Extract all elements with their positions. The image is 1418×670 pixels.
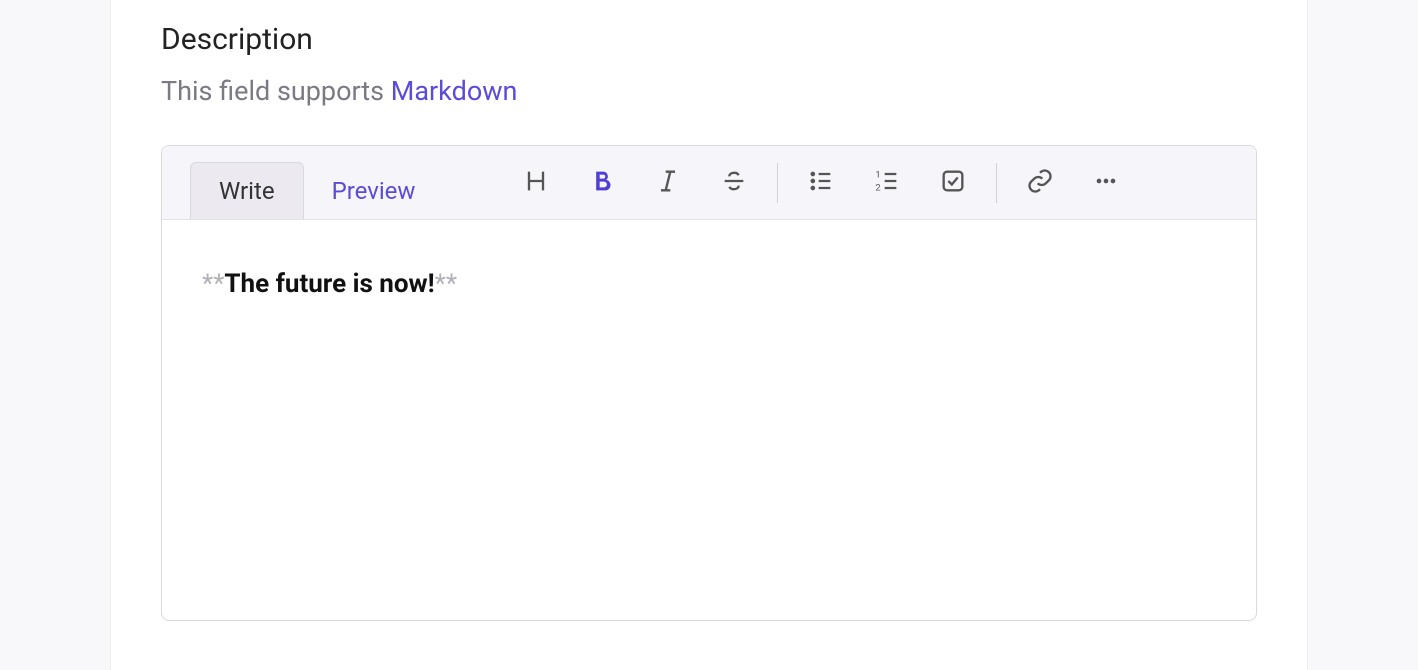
help-prefix: This field supports <box>161 75 391 107</box>
editor-textarea[interactable]: **The future is now!** <box>162 220 1256 620</box>
heading-icon <box>522 167 550 199</box>
italic-icon <box>654 167 682 199</box>
heading-button[interactable] <box>503 146 569 220</box>
checklist-icon <box>939 167 967 199</box>
editor-text: The future is now! <box>224 269 434 299</box>
bullet-list-button[interactable] <box>788 146 854 220</box>
link-icon <box>1026 167 1054 199</box>
help-text: This field supports Markdown <box>161 75 1257 107</box>
editor-toolbar: Write Preview <box>162 146 1256 220</box>
bullet-list-icon <box>807 167 835 199</box>
bold-icon <box>588 167 616 199</box>
tab-write[interactable]: Write <box>190 162 304 219</box>
svg-text:2: 2 <box>876 182 881 193</box>
numbered-list-button[interactable]: 12 <box>854 146 920 220</box>
markdown-editor: Write Preview <box>161 145 1257 621</box>
numbered-list-icon: 12 <box>873 167 901 199</box>
toolbar-divider <box>777 163 778 203</box>
strikethrough-button[interactable] <box>701 146 767 220</box>
link-button[interactable] <box>1007 146 1073 220</box>
bold-button[interactable] <box>569 146 635 220</box>
tab-preview[interactable]: Preview <box>304 162 444 219</box>
svg-text:1: 1 <box>876 169 881 180</box>
toolbar-divider <box>996 163 997 203</box>
more-icon <box>1092 167 1120 199</box>
markdown-syntax: ** <box>435 269 457 299</box>
checklist-button[interactable] <box>920 146 986 220</box>
italic-button[interactable] <box>635 146 701 220</box>
markdown-link[interactable]: Markdown <box>391 75 518 107</box>
description-label: Description <box>161 22 1257 57</box>
more-button[interactable] <box>1073 146 1139 220</box>
strikethrough-icon <box>720 167 748 199</box>
markdown-syntax: ** <box>202 269 224 299</box>
